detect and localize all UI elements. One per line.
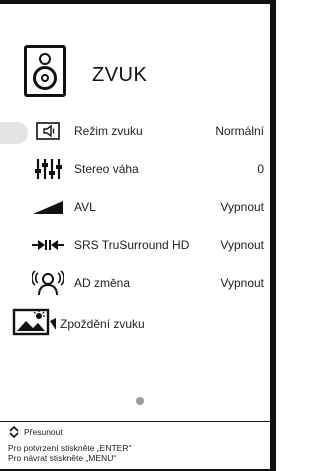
audio-description-icon	[30, 268, 66, 298]
menu-item-label: SRS TruSurround HD	[74, 238, 190, 252]
menu-item-label: AVL	[74, 200, 96, 214]
menu-item-value: Vypnout	[220, 200, 264, 214]
balance-icon	[30, 154, 66, 184]
page-title: ZVUK	[92, 64, 148, 86]
speaker-icon	[24, 45, 66, 97]
audio-delay-icon	[10, 306, 60, 342]
sound-mode-icon	[30, 116, 66, 146]
menu-item-label: Zpoždění zvuku	[60, 317, 145, 331]
selection-highlight	[0, 122, 28, 144]
help-footer: Přesunout Pro potvrzení stiskněte „ENTER…	[0, 421, 270, 470]
menu-item-ad-change[interactable]: AD změna Vypnout	[0, 264, 270, 302]
confirm-hint: Pro potvrzení stiskněte „ENTER“	[8, 443, 132, 453]
menu-item-audio-delay[interactable]: Zpoždění zvuku	[0, 304, 270, 344]
menu-item-label: AD změna	[74, 276, 131, 290]
back-hint: Pro návrat stiskněte „MENU“	[8, 453, 117, 463]
menu-item-value: 0	[257, 162, 264, 176]
menu-item-label: Režim zvuku	[74, 124, 143, 138]
up-down-arrows-icon	[9, 426, 19, 438]
menu-item-srs[interactable]: SRS TruSurround HD Vypnout	[0, 226, 270, 264]
menu-header	[24, 45, 66, 97]
menu-item-value: Normální	[215, 124, 264, 138]
page-indicator-dot	[136, 397, 144, 405]
move-hint: Přesunout	[8, 426, 63, 438]
menu-item-sound-mode[interactable]: Režim zvuku Normální	[0, 112, 270, 150]
menu-item-avl[interactable]: AVL Vypnout	[0, 188, 270, 226]
move-label: Přesunout	[24, 427, 63, 437]
menu-item-value: Vypnout	[220, 238, 264, 252]
menu-item-value: Vypnout	[220, 276, 264, 290]
menu-item-label: Stereo váha	[74, 162, 139, 176]
srs-icon	[30, 230, 66, 260]
menu-item-stereo-balance[interactable]: Stereo váha 0	[0, 150, 270, 188]
avl-icon	[30, 192, 66, 222]
